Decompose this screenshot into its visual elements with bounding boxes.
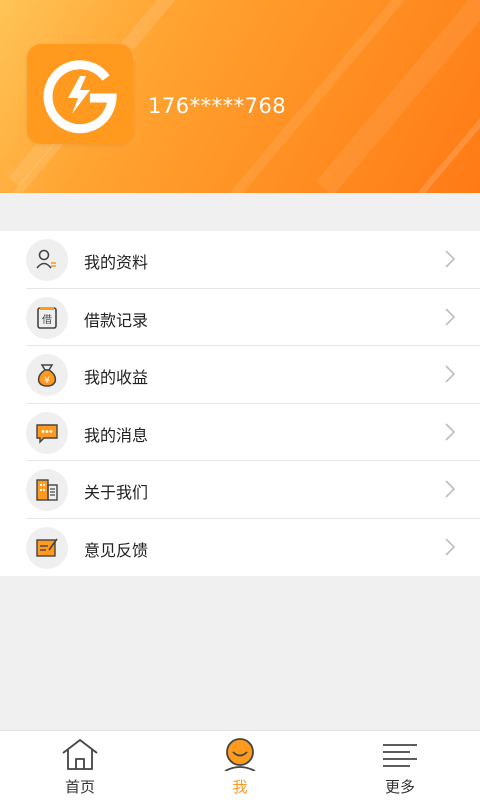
menu-item-my-profile[interactable]: 我的资料	[0, 231, 480, 289]
chevron-right-icon	[445, 365, 456, 383]
building-icon	[26, 469, 68, 511]
menu-item-label: 我的资料	[84, 253, 149, 272]
menu-item-label: 我的收益	[84, 368, 149, 387]
user-phone: 176*****768	[148, 94, 287, 118]
loan-record-icon: 借	[26, 296, 68, 339]
tab-label: 我	[232, 778, 248, 796]
menu-item-feedback[interactable]: 意见反馈	[0, 519, 480, 577]
tab-label: 更多	[384, 778, 415, 796]
chevron-right-icon	[445, 307, 456, 326]
chevron-right-icon	[445, 250, 456, 268]
svg-text:借: 借	[42, 314, 52, 326]
menu-item-loan-records[interactable]: 借 借款记录	[0, 289, 480, 346]
money-bag-icon: ¥	[26, 354, 68, 396]
profile-menu: 我的资料 借 借款记录 ¥ 我的收益 我的消息 关于我们 意见反馈	[0, 231, 480, 576]
profile-icon	[26, 239, 68, 281]
menu-icon	[383, 744, 417, 767]
menu-item-label: 借款记录	[84, 310, 149, 330]
app-logo-avatar[interactable]	[27, 44, 133, 144]
tab-me[interactable]: 我	[180, 731, 300, 800]
feedback-icon	[26, 526, 68, 569]
menu-item-label: 关于我们	[84, 483, 149, 502]
menu-item-label: 我的消息	[84, 425, 149, 445]
profile-header: 176*****768	[0, 0, 480, 193]
tab-more[interactable]: 更多	[340, 731, 460, 800]
menu-item-about-us[interactable]: 关于我们	[0, 461, 480, 519]
chevron-right-icon	[445, 480, 456, 498]
menu-item-label: 意见反馈	[84, 540, 149, 560]
tab-home[interactable]: 首页	[20, 731, 140, 800]
message-icon	[26, 411, 68, 454]
chevron-right-icon	[445, 537, 456, 556]
home-icon	[62, 738, 98, 770]
chevron-right-icon	[445, 422, 456, 441]
svg-text:¥: ¥	[44, 376, 50, 386]
menu-item-my-messages[interactable]: 我的消息	[0, 404, 480, 461]
tab-label: 首页	[64, 778, 95, 796]
bottom-tab-bar: 首页 我 更多	[0, 730, 480, 800]
menu-item-my-earnings[interactable]: ¥ 我的收益	[0, 346, 480, 404]
lightning-logo-icon	[43, 60, 117, 134]
user-icon	[224, 738, 256, 771]
